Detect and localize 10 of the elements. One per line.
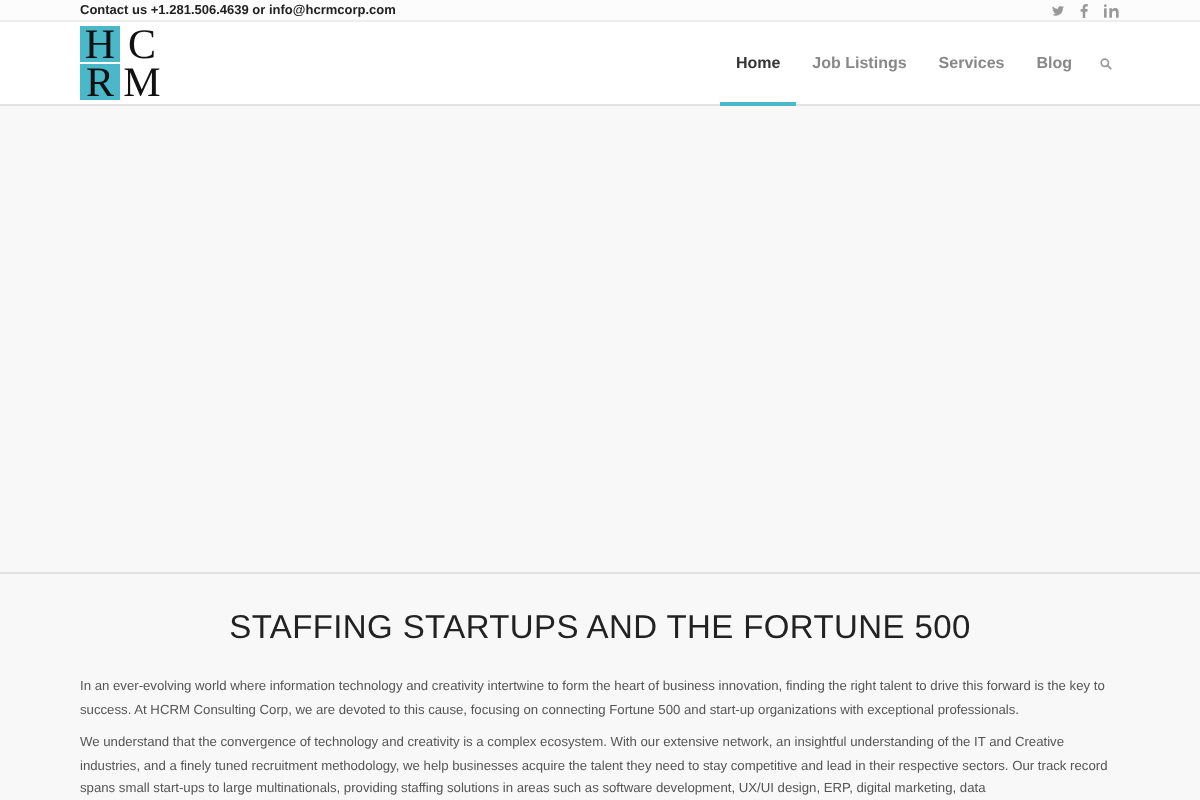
- search-icon[interactable]: [1100, 57, 1112, 69]
- section-title: STAFFING STARTUPS AND THE FORTUNE 500: [227, 610, 973, 648]
- linkedin-icon[interactable]: [1104, 3, 1120, 17]
- nav-link[interactable]: Job Listings: [796, 22, 923, 106]
- facebook-icon[interactable]: [1080, 3, 1088, 17]
- twitter-icon[interactable]: [1052, 5, 1064, 15]
- logo[interactable]: H C R M: [80, 26, 162, 100]
- nav-link[interactable]: Blog: [1020, 22, 1088, 106]
- nav-link[interactable]: Services: [922, 22, 1021, 106]
- nav-link[interactable]: Home: [719, 22, 797, 106]
